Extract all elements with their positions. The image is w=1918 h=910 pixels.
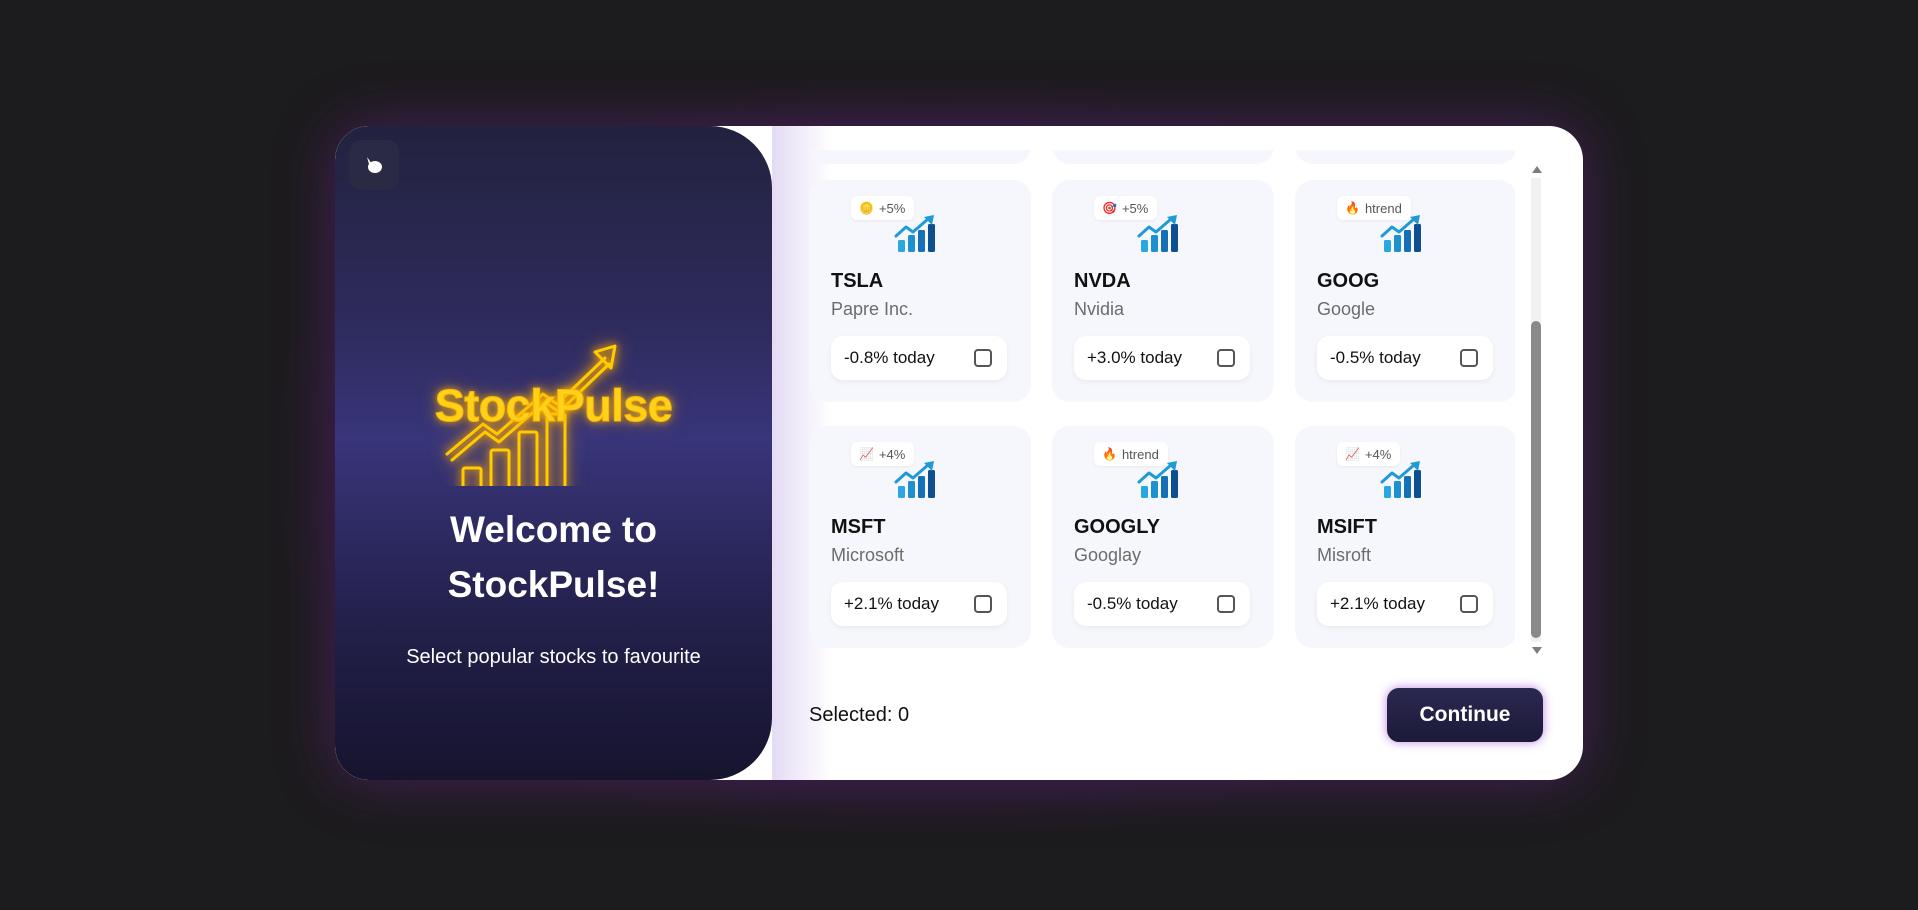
welcome-panel: StockPulse Welcome to StockPulse! Select… <box>335 126 772 780</box>
stock-chart-icon <box>1380 215 1421 252</box>
daily-change-label: +2.1% today <box>844 594 939 613</box>
fire-icon: 🔥 <box>1102 447 1117 461</box>
stock-grid: 🪙 +5% TSLA Papre Inc. -0.8% today 🎯 +5% <box>809 150 1515 670</box>
stockpulse-logo-icon <box>445 344 617 486</box>
stock-ticker: NVDA <box>1074 270 1131 292</box>
favourite-checkbox[interactable] <box>1217 595 1235 613</box>
stock-ticker: GOOG <box>1317 270 1380 292</box>
scroll-up-arrow-icon[interactable] <box>1532 166 1542 173</box>
stock-card-tsla[interactable]: 🪙 +5% TSLA Papre Inc. -0.8% today <box>809 180 1031 402</box>
stock-card-msft[interactable]: 📈 +4% MSFT Microsoft +2.1% today <box>809 426 1031 648</box>
partial-card <box>809 150 1031 164</box>
stock-chart-icon <box>1380 461 1421 498</box>
stock-ticker: MSIFT <box>1317 516 1377 538</box>
stock-card-googly[interactable]: 🔥 htrend GOOGLY Googlay -0.5% today <box>1052 426 1274 648</box>
scroll-down-arrow-icon[interactable] <box>1532 647 1542 654</box>
target-icon: 🎯 <box>1102 201 1117 215</box>
daily-change-label: +3.0% today <box>1087 348 1182 367</box>
stock-card-nvda[interactable]: 🎯 +5% NVDA Nvidia +3.0% today <box>1052 180 1274 402</box>
stock-chart-icon <box>894 461 935 498</box>
daily-change: +3.0% today <box>1074 336 1250 380</box>
daily-change: +2.1% today <box>831 582 1007 626</box>
company-name: Papre Inc. <box>831 299 914 319</box>
daily-change: -0.5% today <box>1317 336 1493 380</box>
partial-row <box>809 150 1515 170</box>
company-name: Google <box>1317 299 1376 319</box>
daily-change: -0.8% today <box>831 336 1007 380</box>
welcome-subtitle: Select popular stocks to favourite <box>406 646 701 668</box>
daily-change-label: +2.1% today <box>1330 594 1425 613</box>
onboarding-modal: StockPulse Welcome to StockPulse! Select… <box>335 126 1583 780</box>
chart-increasing-icon: 📈 <box>1345 447 1360 461</box>
daily-change-label: -0.5% today <box>1087 594 1178 613</box>
chart-increasing-icon: 📈 <box>859 447 874 461</box>
company-name: Misroft <box>1317 545 1371 565</box>
company-name: Microsoft <box>831 545 905 565</box>
welcome-line-1: Welcome to <box>450 509 657 550</box>
selected-count: Selected: 0 <box>809 704 910 726</box>
daily-change-label: -0.8% today <box>844 348 935 367</box>
partial-card <box>1052 150 1274 164</box>
brand-name: StockPulse <box>434 380 673 432</box>
stock-ticker: GOOGLY <box>1074 516 1160 538</box>
partial-card <box>1295 150 1515 164</box>
daily-change: +2.1% today <box>1317 582 1493 626</box>
continue-button[interactable]: Continue <box>1387 688 1543 742</box>
favourite-checkbox[interactable] <box>1460 595 1478 613</box>
company-name: Googlay <box>1074 545 1142 565</box>
favourite-checkbox[interactable] <box>974 349 992 367</box>
favourite-checkbox[interactable] <box>1217 349 1235 367</box>
daily-change-label: -0.5% today <box>1330 348 1421 367</box>
stock-ticker: MSFT <box>831 516 886 538</box>
stock-chart-icon <box>1137 215 1178 252</box>
cursor-pointer-icon[interactable] <box>349 140 399 190</box>
stock-card-msift[interactable]: 📈 +4% MSIFT Misroft +2.1% today <box>1295 426 1515 648</box>
stock-card-goog[interactable]: 🔥 htrend GOOG Google -0.5% today <box>1295 180 1515 402</box>
welcome-line-2: StockPulse! <box>447 564 660 605</box>
stock-ticker: TSLA <box>831 270 884 292</box>
favourite-checkbox[interactable] <box>974 595 992 613</box>
fire-icon: 🔥 <box>1345 201 1360 215</box>
scroll-thumb[interactable] <box>1531 321 1541 638</box>
favourite-checkbox[interactable] <box>1460 349 1478 367</box>
stock-chart-icon <box>1137 461 1178 498</box>
daily-change: -0.5% today <box>1074 582 1250 626</box>
stock-chart-icon <box>894 215 935 252</box>
company-name: Nvidia <box>1074 299 1125 319</box>
welcome-heading: Welcome to StockPulse! <box>335 502 772 612</box>
coin-icon: 🪙 <box>859 201 874 215</box>
vertical-scrollbar[interactable] <box>1529 166 1545 654</box>
